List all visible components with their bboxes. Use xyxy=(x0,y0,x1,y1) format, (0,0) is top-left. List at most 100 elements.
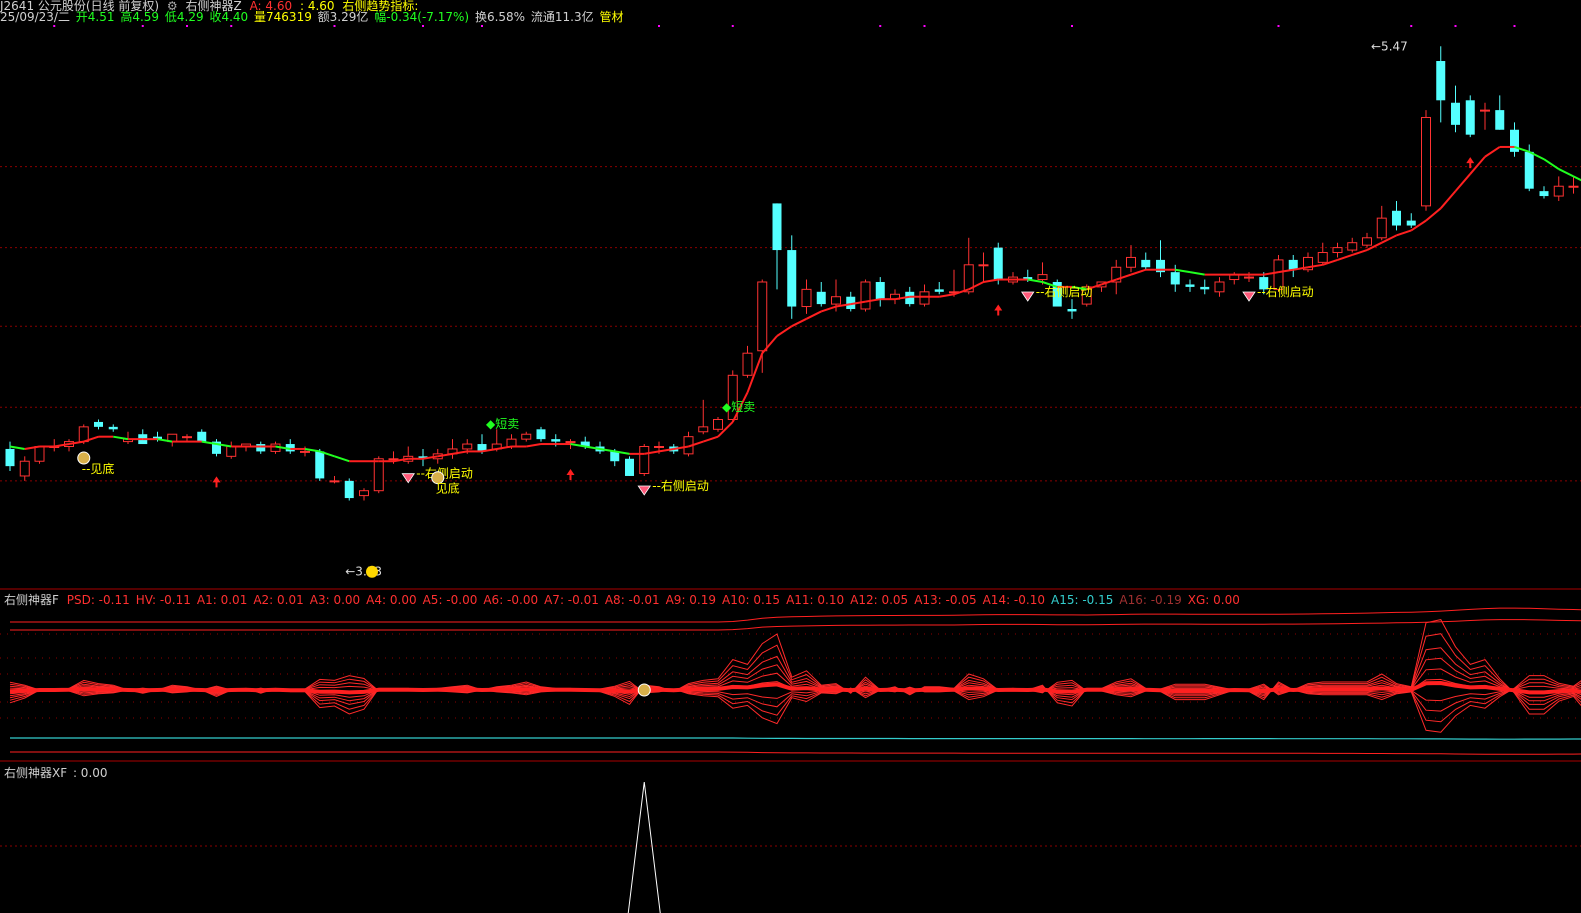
ma-line-segment xyxy=(1130,268,1147,276)
candle-body xyxy=(1214,281,1225,293)
candle xyxy=(1495,95,1505,130)
candle-body xyxy=(816,291,826,305)
candle-body xyxy=(521,433,532,440)
candle xyxy=(1126,245,1136,273)
candle-body xyxy=(1185,284,1195,287)
marker-dot xyxy=(1454,25,1457,27)
candle xyxy=(315,448,325,481)
candle xyxy=(1156,240,1165,278)
indicator-panel-f[interactable] xyxy=(0,590,1581,762)
diamond-icon xyxy=(1021,291,1035,302)
candle xyxy=(1067,299,1077,319)
a15-line xyxy=(10,737,1581,740)
smiley-icon xyxy=(366,565,378,578)
ma-line-segment xyxy=(1425,207,1442,222)
candle xyxy=(329,475,340,484)
candle xyxy=(241,443,251,452)
candle xyxy=(639,444,650,476)
candle xyxy=(1347,237,1358,253)
candle xyxy=(1553,176,1564,201)
candle xyxy=(1465,95,1475,138)
candle-body xyxy=(1480,109,1490,112)
candle-body xyxy=(625,458,634,476)
candle xyxy=(1376,205,1387,241)
candle-body xyxy=(1170,272,1180,285)
ma-line-segment xyxy=(806,310,822,320)
candle-body xyxy=(1436,61,1446,101)
candle xyxy=(1111,259,1122,295)
candle xyxy=(1392,200,1401,231)
candle-body xyxy=(256,444,266,452)
candle xyxy=(34,446,45,464)
candle-body xyxy=(78,426,89,443)
candle xyxy=(816,281,826,307)
candle xyxy=(1406,213,1416,228)
candle-body xyxy=(329,480,340,483)
candle-body xyxy=(1451,102,1460,125)
ma-line-segment xyxy=(9,445,25,450)
candle-body xyxy=(388,458,399,461)
ma-line-segment xyxy=(939,293,955,298)
marker-dot xyxy=(1513,25,1516,27)
candle-body xyxy=(1421,116,1431,207)
up-arrow-icon xyxy=(566,468,575,480)
candle xyxy=(19,456,30,481)
marker-dot xyxy=(1410,25,1413,27)
candle xyxy=(359,488,369,501)
candle xyxy=(787,235,797,319)
marker-dot xyxy=(1071,25,1073,27)
candle-body xyxy=(742,352,753,376)
indicator-panel-xf[interactable] xyxy=(0,762,1581,913)
candle xyxy=(1480,102,1490,130)
candle-body xyxy=(197,431,207,442)
ma-line-segment xyxy=(776,325,793,337)
candle-body xyxy=(698,426,709,433)
candle-body xyxy=(919,291,930,305)
ma-line-segment xyxy=(1573,175,1581,182)
candle-body xyxy=(993,247,1003,280)
candle xyxy=(713,417,723,432)
quote-sector[interactable]: 管材 xyxy=(599,10,623,24)
ma-line-segment xyxy=(791,317,807,328)
marker-dot xyxy=(1277,25,1280,27)
candle xyxy=(536,426,546,442)
candle xyxy=(963,237,974,295)
candle-body xyxy=(344,480,354,499)
candle xyxy=(875,277,885,307)
candle xyxy=(344,478,354,501)
candle-body xyxy=(772,203,782,251)
candle-body xyxy=(34,446,45,462)
candle xyxy=(846,291,856,312)
right-start-label: --右侧启动 xyxy=(652,478,709,493)
candle xyxy=(742,345,753,378)
quote-volume: 量746319 xyxy=(254,10,312,24)
short-sell-label: ◆短卖 xyxy=(722,400,755,414)
candle xyxy=(256,441,266,454)
marker-dot xyxy=(481,25,483,27)
marker-dot xyxy=(658,25,660,27)
candle-body xyxy=(300,450,310,453)
marker-dot xyxy=(53,25,56,27)
candle xyxy=(1008,272,1018,285)
candle xyxy=(138,429,148,445)
candle xyxy=(94,419,103,430)
candle-body xyxy=(787,250,797,307)
marker-dot xyxy=(879,25,882,27)
marker-dot xyxy=(186,25,188,27)
candle xyxy=(1317,242,1328,265)
ma-line-segment xyxy=(1558,168,1574,178)
candle-body xyxy=(1126,256,1136,268)
diamond-icon xyxy=(401,473,415,484)
candle-body xyxy=(565,441,576,444)
candle xyxy=(447,439,458,459)
candle xyxy=(1436,46,1446,123)
ma-line-segment xyxy=(1469,156,1486,175)
candle-body xyxy=(1362,237,1372,246)
marker-dot xyxy=(333,25,336,27)
candle-body xyxy=(1376,217,1387,239)
candle-body xyxy=(654,446,664,448)
quote-close: 收4.40 xyxy=(209,10,249,24)
candle-body xyxy=(108,426,118,430)
ma-line-segment xyxy=(113,435,129,441)
candlestick-chart[interactable]: --见底 --右侧启动见底◆短卖--右侧启动◆短卖--右侧启动 --右侧启动←5.4… xyxy=(0,24,1581,590)
